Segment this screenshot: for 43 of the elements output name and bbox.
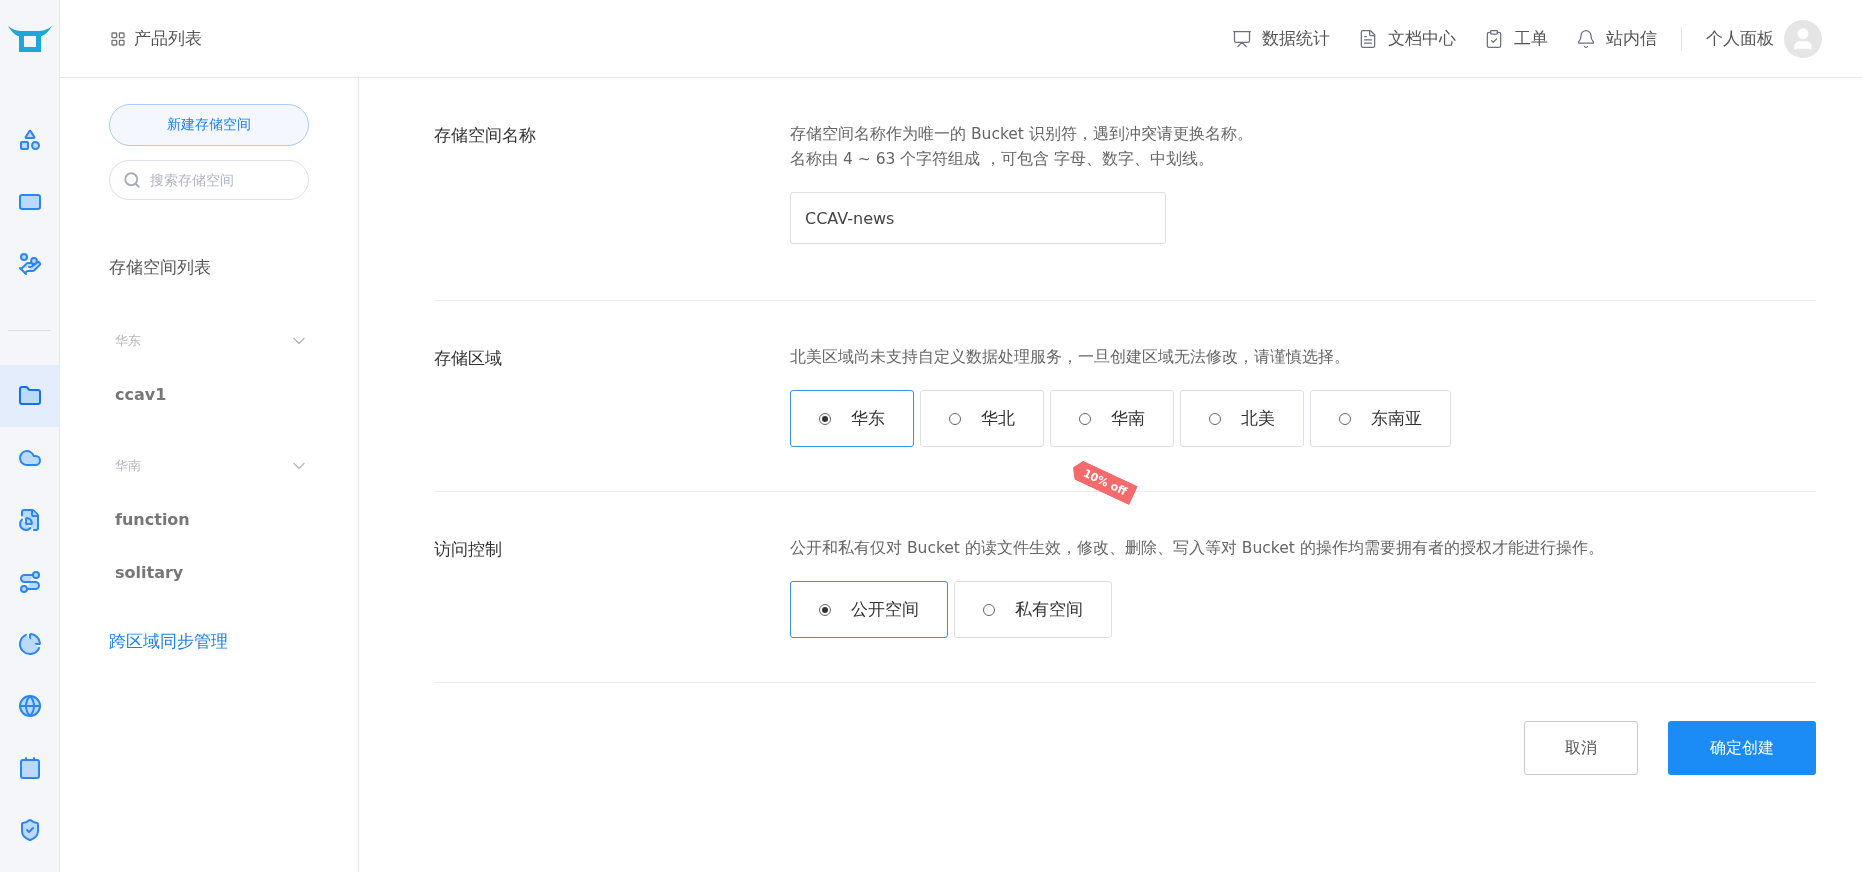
header-link[interactable]: 工单	[1484, 27, 1548, 50]
search-icon	[123, 171, 141, 189]
hint-text: 存储空间名称作为唯一的 Bucket 识别符，遇到冲突请更换名称。	[790, 124, 1254, 145]
bucket-item[interactable]: ccav1	[109, 385, 358, 404]
route-icon	[17, 570, 42, 594]
bucket-item[interactable]: solitary	[109, 563, 358, 582]
globe-icon	[17, 694, 42, 718]
radio-option[interactable]: 东南亚	[1310, 390, 1451, 447]
pie-chart-icon	[17, 632, 42, 656]
region-name: 华南	[115, 457, 141, 475]
document-icon	[1358, 28, 1378, 49]
cancel-button[interactable]: 取消	[1524, 721, 1638, 775]
folder-icon	[17, 384, 42, 408]
field-label: 访问控制	[434, 538, 503, 561]
radio-option[interactable]: 华北	[920, 390, 1044, 447]
radio-option[interactable]: 华东	[790, 390, 914, 447]
header-link[interactable]: 站内信	[1576, 27, 1657, 50]
header-link[interactable]: 文档中心	[1358, 27, 1456, 50]
clipboard-check-icon	[1484, 28, 1504, 49]
header-link[interactable]: 数据统计	[1232, 27, 1330, 50]
pie-chart-document-icon	[17, 508, 42, 532]
field-label: 存储空间名称	[434, 124, 537, 147]
shapes-icon	[17, 128, 42, 152]
hand-coin-icon	[17, 252, 42, 276]
radio-option[interactable]: 私有空间	[954, 581, 1112, 638]
hint-text: 北美区域尚未支持自定义数据处理服务，一旦创建区域无法修改，请谨慎选择。	[790, 347, 1351, 368]
hint-text: 公开和私有仅对 Bucket 的读文件生效，修改、删除、写入等对 Bucket 的操作均需要拥有者的授权才能进行操作。	[790, 538, 1605, 559]
new-bucket-button[interactable]: 新建存储空间	[109, 104, 309, 146]
bell-icon	[1576, 28, 1596, 49]
radio-option[interactable]: 公开空间	[790, 581, 948, 638]
list-title: 存储空间列表	[109, 256, 212, 279]
grid-icon	[110, 30, 126, 47]
field-label: 存储区域	[434, 347, 503, 370]
radio-option[interactable]: 北美	[1180, 390, 1304, 447]
chart-board-icon	[1232, 28, 1252, 49]
region-name: 华东	[115, 332, 141, 350]
sync-management-link[interactable]: 跨区域同步管理	[109, 630, 358, 653]
user-panel-link[interactable]: 个人面板	[1706, 27, 1774, 50]
bucket-item[interactable]: function	[109, 510, 358, 529]
bucket-name-input[interactable]: CCAV-news	[790, 192, 1166, 244]
product-list-link[interactable]: 产品列表	[110, 27, 202, 50]
search-field[interactable]: 搜索存储空间	[109, 160, 309, 200]
hint-text: 名称由 4 ~ 63 个字符组成 ，可包含 字母、数字、中划线。	[790, 149, 1216, 170]
